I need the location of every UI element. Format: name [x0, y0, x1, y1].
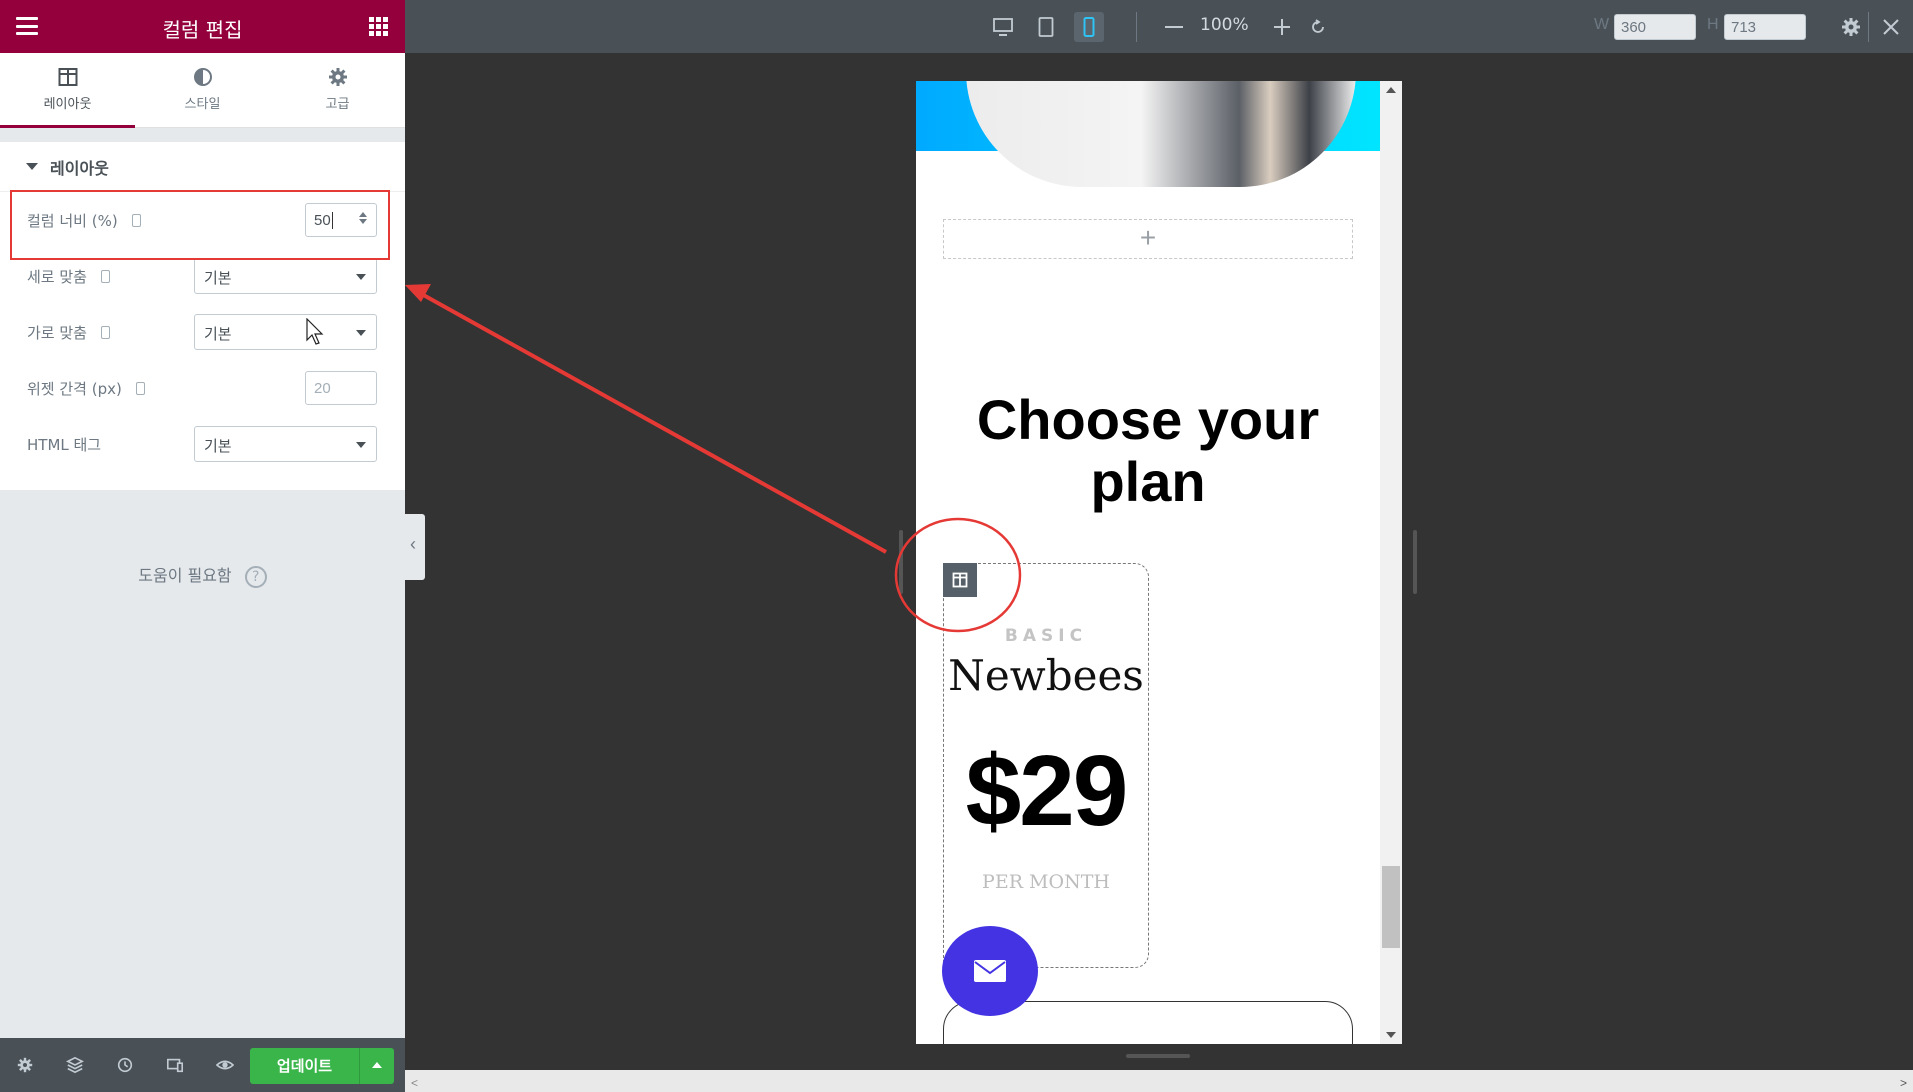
scroll-up-arrow[interactable]	[1386, 87, 1396, 93]
mobile-icon[interactable]	[1071, 0, 1107, 53]
editor-panel: 컬럼 편집 레이아웃 스타일 고급 레이아웃 컬럼 너비 (%) 50 세로 맞…	[0, 0, 405, 1092]
toolbar-divider	[1136, 12, 1137, 42]
mobile-preview-frame: + Choose your plan BASIC Newbees $29 PER…	[916, 81, 1402, 1044]
annotation-arrow-head	[405, 284, 431, 302]
plan-name: Newbees	[948, 651, 1144, 700]
width-input[interactable]: 360	[1614, 14, 1696, 40]
plan-period: PER MONTH	[982, 871, 1110, 893]
preview-scrollbar[interactable]	[1380, 81, 1402, 1044]
caret-down-icon	[26, 163, 38, 170]
panel-footer: 업데이트	[0, 1038, 405, 1092]
plan-heading: Choose your plan	[976, 388, 1320, 513]
width-label: W	[1594, 16, 1610, 33]
update-button[interactable]: 업데이트	[250, 1048, 359, 1084]
help-link[interactable]: 도움이 필요함 ?	[0, 562, 405, 588]
add-section-button[interactable]: +	[943, 219, 1353, 259]
scroll-left-arrow[interactable]: <	[411, 1076, 418, 1090]
tab-style[interactable]: 스타일	[135, 53, 270, 127]
html-tag-select[interactable]: 기본	[194, 426, 377, 462]
help-text: 도움이 필요함	[138, 566, 232, 585]
horizontal-align-control: 가로 맞춤 기본	[0, 304, 405, 360]
layers-icon[interactable]	[50, 1038, 100, 1092]
plan-tier: BASIC	[1004, 626, 1088, 646]
resize-handle-bottom[interactable]	[1126, 1054, 1190, 1058]
columns-icon	[58, 68, 77, 86]
annotation-highlight-box	[10, 190, 390, 260]
scroll-right-arrow[interactable]: >	[1900, 1076, 1907, 1090]
resize-handle-left[interactable]	[899, 530, 903, 594]
widget-gap-input[interactable]: 20	[305, 371, 377, 405]
responsive-mode-icon[interactable]	[150, 1038, 200, 1092]
tab-advanced[interactable]: 고급	[270, 53, 405, 127]
contact-fab[interactable]	[942, 926, 1038, 1016]
settings-icon[interactable]	[0, 1038, 50, 1092]
columns-icon	[952, 572, 968, 588]
vertical-align-label: 세로 맞춤	[27, 267, 87, 286]
mobile-device-icon[interactable]	[135, 381, 145, 395]
tab-advanced-label: 고급	[325, 97, 350, 112]
close-icon[interactable]	[1877, 0, 1905, 53]
html-tag-label: HTML 태그	[27, 435, 102, 454]
mobile-device-icon[interactable]	[100, 325, 110, 339]
panel-header: 컬럼 편집	[0, 0, 405, 53]
question-icon: ?	[244, 565, 267, 588]
annotation-arrow-line	[417, 290, 887, 554]
update-options-caret[interactable]	[359, 1048, 394, 1084]
history-icon[interactable]	[100, 1038, 150, 1092]
panel-title: 컬럼 편집	[162, 18, 243, 42]
envelope-icon	[974, 960, 1006, 982]
panel-tabs: 레이아웃 스타일 고급	[0, 53, 405, 128]
resize-handle-right[interactable]	[1413, 530, 1417, 594]
tab-layout-label: 레이아웃	[43, 97, 92, 112]
reset-zoom-icon[interactable]	[1304, 0, 1332, 53]
section-toggle[interactable]: 레이아웃	[0, 142, 405, 192]
mobile-device-icon[interactable]	[100, 269, 110, 283]
section-title: 레이아웃	[50, 158, 109, 178]
zoom-level: 100%	[1200, 15, 1249, 35]
horizontal-align-label: 가로 맞춤	[27, 323, 87, 342]
toolbar-divider	[1868, 12, 1869, 42]
plan-price: $29	[965, 735, 1129, 847]
height-input[interactable]: 713	[1724, 14, 1806, 40]
apps-grid-icon[interactable]	[369, 17, 388, 36]
widget-gap-control: 위젯 간격 (px) 20	[0, 360, 405, 416]
zoom-in-icon[interactable]	[1268, 0, 1296, 53]
tablet-icon[interactable]	[1031, 0, 1061, 53]
horizontal-align-select[interactable]: 기본	[194, 314, 377, 350]
desktop-icon[interactable]	[988, 0, 1018, 53]
mouse-cursor-icon	[306, 318, 324, 345]
column-handle[interactable]	[943, 563, 977, 597]
horizontal-scrollbar[interactable]: < >	[405, 1070, 1913, 1092]
preview-eye-icon[interactable]	[200, 1038, 250, 1092]
scroll-down-arrow[interactable]	[1386, 1032, 1396, 1038]
html-tag-control: HTML 태그 기본	[0, 416, 405, 472]
half-circle-icon	[193, 68, 212, 86]
gear-icon[interactable]	[1837, 0, 1865, 53]
scrollbar-thumb[interactable]	[1382, 866, 1400, 948]
hero-photo	[966, 81, 1356, 187]
tab-style-label: 스타일	[184, 97, 221, 112]
gear-icon	[328, 68, 347, 86]
vertical-align-select[interactable]: 기본	[194, 258, 377, 294]
tab-layout[interactable]: 레이아웃	[0, 53, 135, 128]
height-label: H	[1707, 16, 1719, 33]
zoom-out-icon[interactable]	[1160, 0, 1188, 53]
widget-gap-label: 위젯 간격 (px)	[27, 379, 122, 398]
panel-collapse-handle[interactable]	[405, 514, 425, 580]
responsive-toolbar: 100% W 360 H 713	[405, 0, 1913, 53]
